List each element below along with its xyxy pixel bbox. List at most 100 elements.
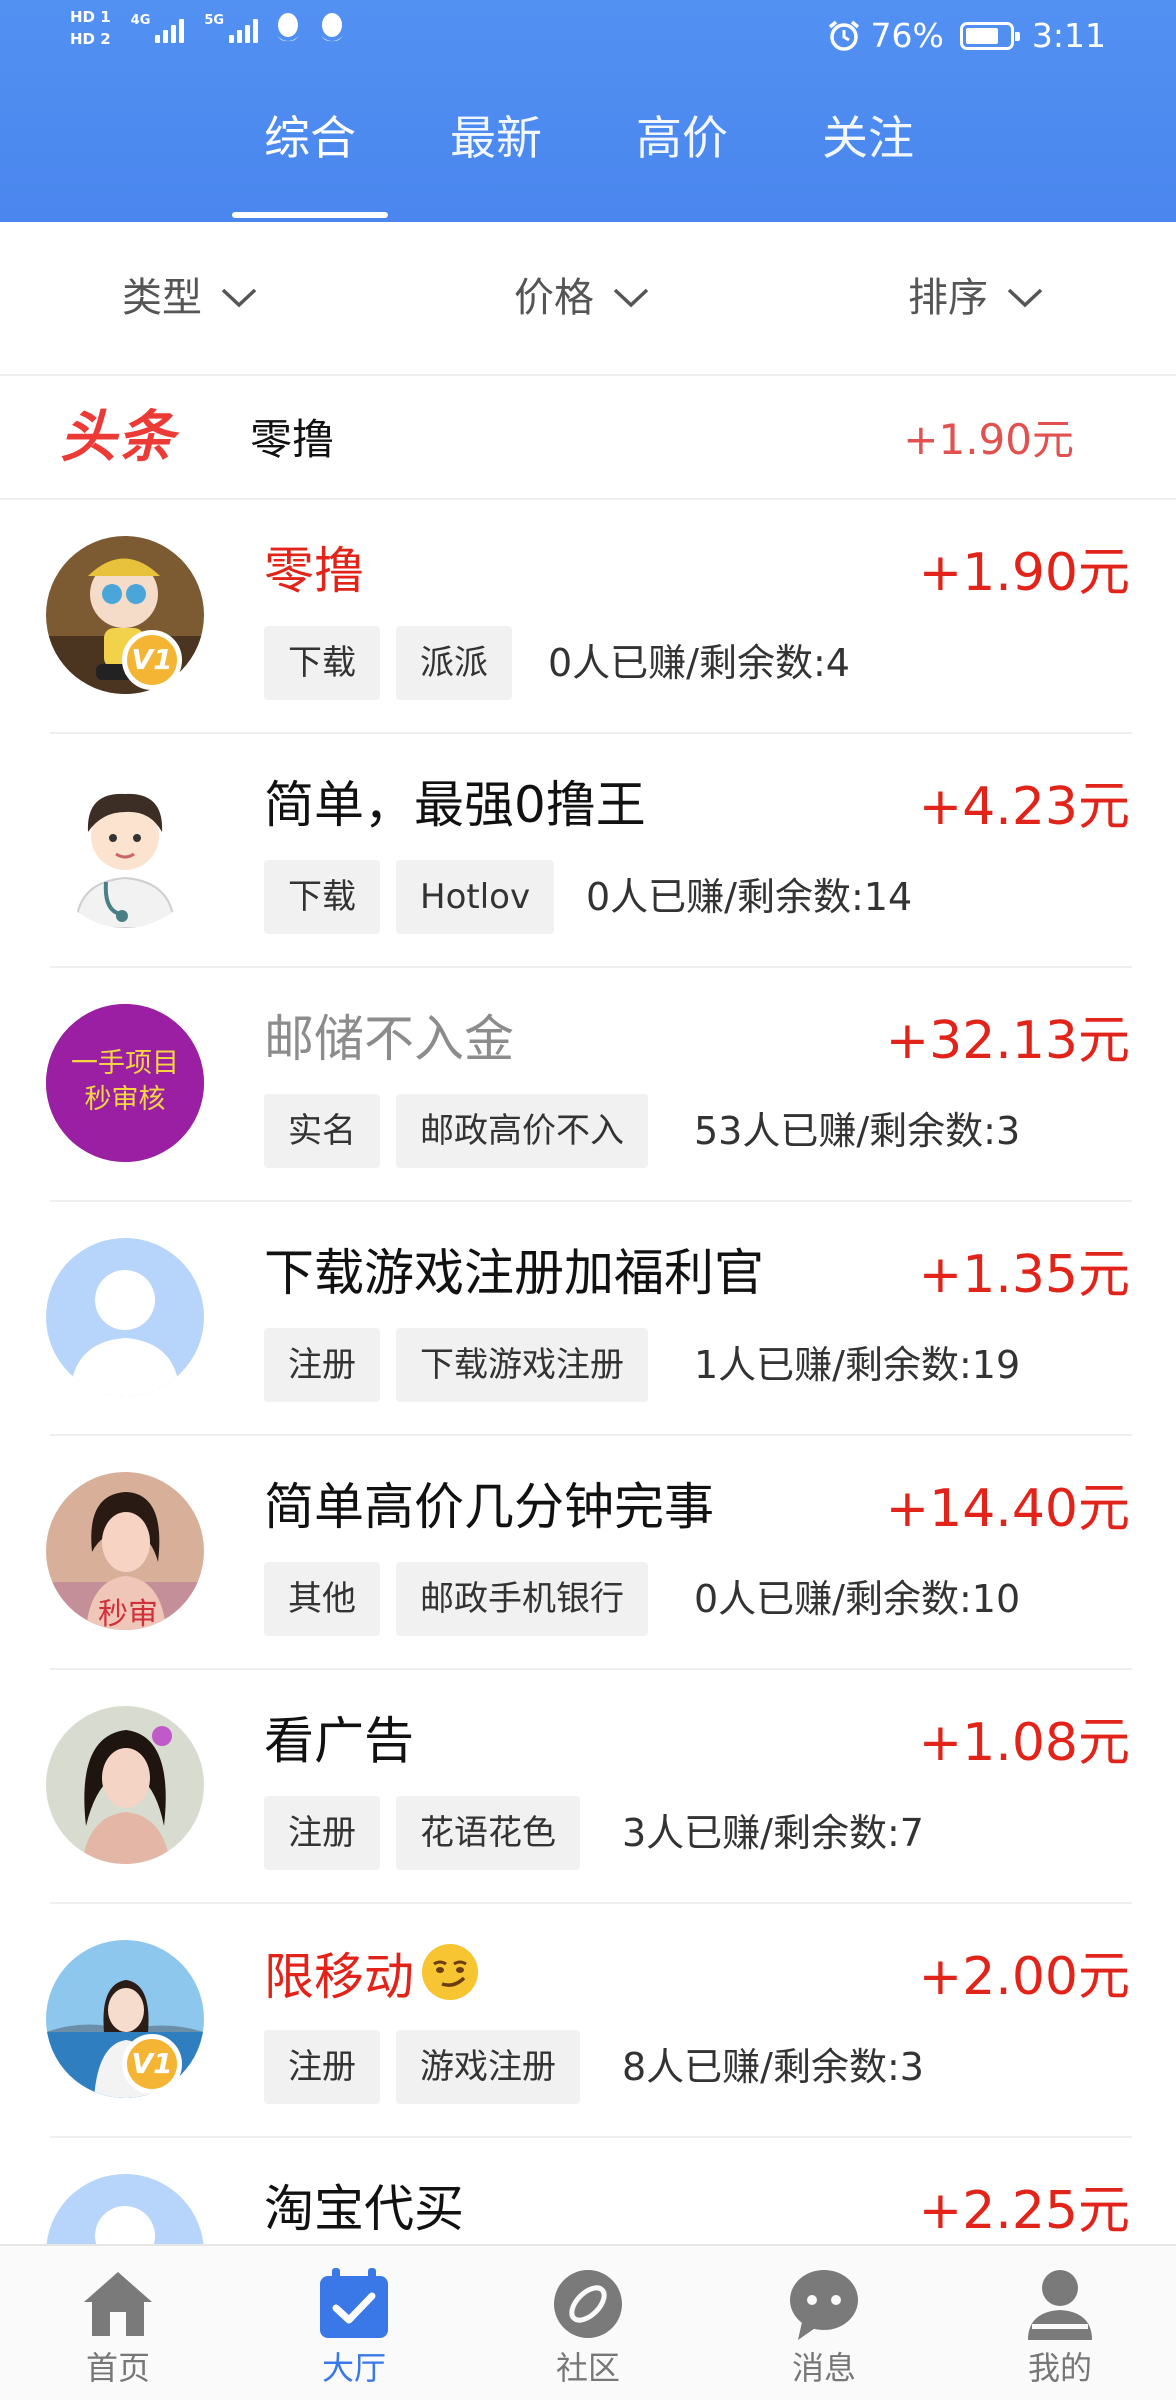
nav-item-home[interactable]: 首页 bbox=[18, 2246, 218, 2400]
task-tag: 邮政高价不入 bbox=[396, 1094, 648, 1168]
battery-percent: 76% bbox=[870, 16, 944, 55]
hd2-label: HD 2 bbox=[70, 30, 111, 48]
chevron-down-icon bbox=[613, 288, 649, 308]
status-bar: HD 1 HD 2 4G 5G 76% 3:11 bbox=[0, 0, 1176, 78]
task-stats: 0人已赚/剩余数:10 bbox=[694, 1577, 1021, 1621]
avatar: 秒审 bbox=[46, 1472, 204, 1630]
filter-sort-label: 排序 bbox=[908, 275, 988, 321]
net1-label: 4G bbox=[130, 13, 151, 28]
tag-list: 下载 Hotlov bbox=[264, 860, 555, 934]
avatar bbox=[46, 770, 204, 928]
task-tag: 派派 bbox=[396, 626, 512, 700]
filter-sort[interactable]: 排序 bbox=[908, 270, 1044, 326]
task-row[interactable]: 秒审 简单高价几分钟完事 +14.40元 其他 邮政手机银行 0人已赚/剩余数:… bbox=[0, 1436, 1176, 1670]
filter-type[interactable]: 类型 bbox=[122, 270, 258, 326]
clock: 3:11 bbox=[1031, 16, 1106, 55]
filter-type-label: 类型 bbox=[122, 275, 202, 321]
battery-icon bbox=[959, 22, 1020, 50]
task-price: +1.35元 bbox=[918, 1245, 1130, 1305]
task-row[interactable]: 一手项目 秒审核 邮储不入金 +32.13元 实名 邮政高价不入 53人已赚/剩… bbox=[0, 968, 1176, 1202]
task-price: +1.90元 bbox=[918, 543, 1130, 603]
task-title: 下载游戏注册加福利官 bbox=[264, 1244, 764, 1302]
task-tag: 注册 bbox=[264, 2030, 380, 2104]
filter-price[interactable]: 价格 bbox=[514, 270, 650, 326]
task-price: +14.40元 bbox=[885, 1479, 1130, 1539]
task-tag: 下载游戏注册 bbox=[396, 1328, 648, 1402]
svg-text:秒审: 秒审 bbox=[98, 1597, 158, 1630]
task-title: 简单，最强0撸王 bbox=[264, 776, 646, 834]
task-title: 淘宝代买 bbox=[264, 2180, 464, 2238]
chevron-down-icon bbox=[221, 288, 257, 308]
nav-item-community[interactable]: 社区 bbox=[488, 2246, 688, 2400]
task-row[interactable]: 下载游戏注册加福利官 +1.35元 注册 下载游戏注册 1人已赚/剩余数:19 bbox=[0, 1202, 1176, 1436]
task-tag: 注册 bbox=[264, 1796, 380, 1870]
chat-icon bbox=[790, 2270, 858, 2340]
task-row[interactable]: 简单，最强0撸王 +4.23元 下载 Hotlov 0人已赚/剩余数:14 bbox=[0, 734, 1176, 968]
task-stats: 3人已赚/剩余数:7 bbox=[622, 1811, 924, 1855]
signal-icon: 4G bbox=[131, 13, 185, 43]
headline-logo: 头条 bbox=[60, 405, 176, 470]
tab-comprehensive[interactable]: 综合 bbox=[232, 100, 388, 200]
compass-icon bbox=[554, 2270, 622, 2338]
tab-latest[interactable]: 最新 bbox=[418, 100, 574, 200]
avatar-text-1: 一手项目 bbox=[71, 1048, 179, 1079]
headline-title: 零撸 bbox=[250, 415, 335, 464]
net2-label: 5G bbox=[204, 13, 225, 28]
tag-list: 实名 邮政高价不入 bbox=[264, 1094, 648, 1168]
task-tag: 花语花色 bbox=[396, 1796, 580, 1870]
task-title: 邮储不入金 bbox=[264, 1010, 514, 1068]
smirk-emoji-icon bbox=[422, 1944, 478, 2000]
task-row[interactable]: V1 限移动 +2.00元 注册 游戏注册 8人已赚/剩余数:3 bbox=[0, 1904, 1176, 2138]
status-left: HD 1 HD 2 4G 5G bbox=[70, 8, 346, 48]
headline-price: +1.90元 bbox=[903, 415, 1074, 464]
chevron-down-icon bbox=[1007, 288, 1043, 308]
tag-list: 注册 游戏注册 bbox=[264, 2030, 580, 2104]
task-stats: 53人已赚/剩余数:3 bbox=[694, 1109, 1021, 1153]
tag-list: 下载 派派 bbox=[264, 626, 512, 700]
task-title: 简单高价几分钟完事 bbox=[264, 1478, 714, 1536]
filter-price-label: 价格 bbox=[514, 275, 594, 321]
task-stats: 1人已赚/剩余数:19 bbox=[694, 1343, 1021, 1387]
task-title: 零撸 bbox=[264, 542, 364, 600]
task-row[interactable]: V1 零撸 +1.90元 下载 派派 0人已赚/剩余数:4 bbox=[0, 500, 1176, 734]
nav-label-community: 社区 bbox=[555, 2349, 620, 2387]
tag-list: 其他 邮政手机银行 bbox=[264, 1562, 648, 1636]
user-icon bbox=[1028, 2270, 1092, 2340]
vip-badge: V1 bbox=[122, 2034, 182, 2094]
tab-active-indicator bbox=[232, 212, 388, 218]
hd-indicator: HD 1 HD 2 bbox=[70, 8, 111, 48]
task-tag: 实名 bbox=[264, 1094, 380, 1168]
nav-item-messages[interactable]: 消息 bbox=[724, 2246, 924, 2400]
nav-item-mine[interactable]: 我的 bbox=[960, 2246, 1160, 2400]
task-price: +1.08元 bbox=[918, 1713, 1130, 1773]
avatar-text-2: 秒审核 bbox=[85, 1084, 166, 1115]
task-price: +32.13元 bbox=[885, 1011, 1130, 1071]
top-tab-bar: 综合 最新 高价 关注 bbox=[0, 100, 1176, 222]
task-tag: 注册 bbox=[264, 1328, 380, 1402]
home-icon bbox=[84, 2272, 152, 2336]
vip-badge: V1 bbox=[122, 630, 182, 690]
task-tag: 其他 bbox=[264, 1562, 380, 1636]
task-row[interactable]: 看广告 +1.08元 注册 花语花色 3人已赚/剩余数:7 bbox=[0, 1670, 1176, 1904]
nav-item-hall[interactable]: 大厅 bbox=[254, 2246, 454, 2400]
task-title: 限移动 bbox=[264, 1942, 480, 2010]
nav-label-home: 首页 bbox=[85, 2349, 150, 2387]
task-tag: 下载 bbox=[264, 626, 380, 700]
alarm-icon bbox=[828, 20, 859, 51]
nav-label-mine: 我的 bbox=[1027, 2349, 1092, 2387]
task-tag: Hotlov bbox=[396, 860, 555, 934]
hd1-label: HD 1 bbox=[70, 8, 111, 26]
task-price: +4.23元 bbox=[918, 777, 1130, 837]
app-root: HD 1 HD 2 4G 5G 76% 3:11 综合 最新 高价 关注 类型 … bbox=[0, 0, 1176, 2400]
task-price: +2.25元 bbox=[918, 2181, 1130, 2241]
filter-bar: 类型 价格 排序 bbox=[0, 222, 1176, 376]
nav-label-messages: 消息 bbox=[791, 2349, 856, 2387]
avatar bbox=[46, 1238, 204, 1396]
header: HD 1 HD 2 4G 5G 76% 3:11 综合 最新 高价 关注 bbox=[0, 0, 1176, 222]
task-tag: 邮政手机银行 bbox=[396, 1562, 648, 1636]
task-stats: 0人已赚/剩余数:14 bbox=[586, 875, 913, 919]
tab-following[interactable]: 关注 bbox=[790, 100, 946, 200]
headline-row[interactable]: 头条 零撸 +1.90元 bbox=[0, 376, 1176, 500]
tab-high-price[interactable]: 高价 bbox=[604, 100, 760, 200]
task-title: 看广告 bbox=[264, 1712, 414, 1770]
